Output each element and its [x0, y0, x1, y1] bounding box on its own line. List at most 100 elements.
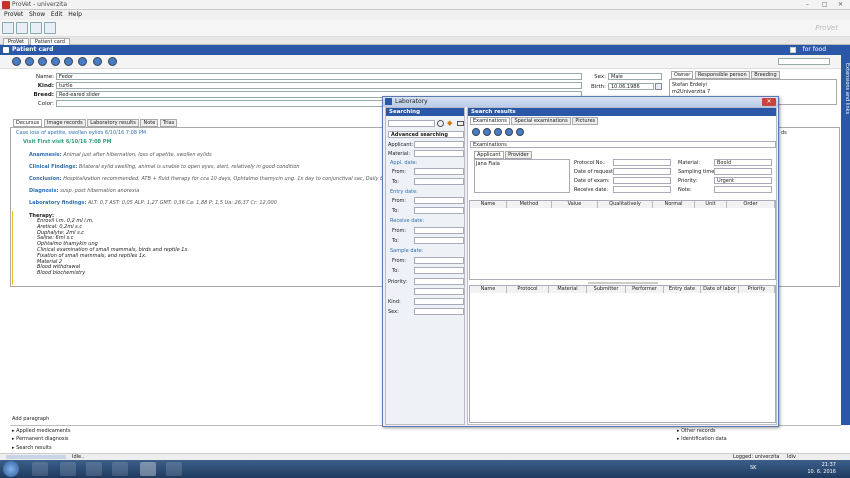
edit-icon[interactable]: [494, 128, 502, 136]
col-performer[interactable]: Performer: [626, 286, 664, 293]
save-icon[interactable]: [44, 22, 56, 34]
folder-icon[interactable]: [86, 462, 102, 476]
advanced-searching-select[interactable]: Advanced searching: [388, 131, 464, 138]
col-material[interactable]: Material: [549, 286, 587, 293]
extensions-sidebar[interactable]: Extensions and links: [841, 55, 850, 425]
add-icon[interactable]: [12, 57, 21, 66]
start-button[interactable]: [3, 461, 19, 477]
sex-select[interactable]: Male: [608, 73, 662, 80]
priority-select[interactable]: [414, 278, 464, 285]
col-date-of-labor[interactable]: Date of labor: [701, 286, 739, 293]
entry-to-field[interactable]: [414, 207, 464, 214]
tab-image-records[interactable]: Image records: [43, 119, 86, 127]
kind-select[interactable]: [414, 298, 464, 305]
col-protocol[interactable]: Protocol: [507, 286, 549, 293]
maximize-button[interactable]: □: [822, 1, 828, 8]
date-of-exam-field[interactable]: [613, 177, 671, 184]
other-records[interactable]: ▸ Other records: [677, 428, 715, 434]
tab-responsible-person[interactable]: Responsible person: [694, 71, 750, 79]
tab-applicant[interactable]: Applicant: [474, 151, 504, 159]
entry-from-field[interactable]: [414, 197, 464, 204]
kind-field[interactable]: turtle: [56, 82, 582, 89]
search-input[interactable]: [778, 58, 830, 65]
tab-decursus[interactable]: Decursus: [13, 119, 43, 127]
tab-note[interactable]: Note: [140, 119, 159, 127]
applied-medicaments[interactable]: ▸ Applied medicaments: [12, 428, 71, 434]
col-name-2[interactable]: Name: [470, 286, 507, 293]
menu-show[interactable]: Show: [29, 10, 45, 20]
home-icon[interactable]: [2, 22, 14, 34]
col-value[interactable]: Value: [552, 201, 598, 208]
applicant-select[interactable]: [414, 141, 464, 148]
paint-icon[interactable]: [166, 462, 182, 476]
sample-to-field[interactable]: [414, 267, 464, 274]
name-field[interactable]: Fedor: [56, 73, 582, 80]
menu-provet[interactable]: ProVet: [4, 10, 23, 20]
remove-icon[interactable]: [483, 128, 491, 136]
permanent-diagnosis[interactable]: ▸ Permanent diagnosis: [12, 436, 69, 442]
refresh-icon[interactable]: [505, 128, 513, 136]
add-icon[interactable]: [472, 128, 480, 136]
receive-date-field[interactable]: [613, 186, 671, 193]
search-field[interactable]: [388, 120, 435, 127]
examinations-select[interactable]: Examinations: [470, 141, 776, 148]
tab-breeding[interactable]: Breeding: [751, 71, 780, 79]
close-icon[interactable]: [93, 57, 102, 66]
protocol-no-field[interactable]: [613, 159, 671, 166]
col-name[interactable]: Name: [470, 201, 507, 208]
close-button[interactable]: ✕: [838, 1, 843, 8]
tab-provet[interactable]: ProVet: [3, 38, 30, 45]
for-food-checkbox[interactable]: [790, 47, 796, 53]
clear-icon[interactable]: ◆: [447, 120, 452, 127]
col-order[interactable]: Order: [727, 201, 775, 208]
sex-select[interactable]: [414, 308, 464, 315]
col-normal[interactable]: Normal: [653, 201, 695, 208]
refresh-icon[interactable]: [78, 57, 87, 66]
col-qualitatively[interactable]: Qualitatively: [598, 201, 653, 208]
note-field[interactable]: [714, 186, 772, 193]
appl-from-field[interactable]: [414, 168, 464, 175]
menu-edit[interactable]: Edit: [51, 10, 63, 20]
search-results[interactable]: ▸ Search results: [12, 445, 52, 451]
priority-select-2[interactable]: Urgent: [714, 177, 772, 184]
tab-provider[interactable]: Provider: [505, 151, 532, 159]
confirm-icon[interactable]: [516, 128, 524, 136]
tab-trias[interactable]: Trias: [159, 119, 178, 127]
tab-special-examinations[interactable]: Special examinations: [511, 117, 571, 125]
col-priority[interactable]: Priority: [739, 286, 775, 293]
col-method[interactable]: Method: [507, 201, 552, 208]
applicant-item[interactable]: Jana Fiala: [476, 161, 500, 167]
confirm-icon[interactable]: [108, 57, 117, 66]
print-icon[interactable]: [30, 22, 42, 34]
receive-from-field[interactable]: [414, 227, 464, 234]
menu-help[interactable]: Help: [68, 10, 82, 20]
search-icon[interactable]: [16, 22, 28, 34]
receive-to-field[interactable]: [414, 237, 464, 244]
dialog-close-button[interactable]: ✕: [762, 98, 776, 106]
clock[interactable]: 21:37 10. 6. 2016: [807, 462, 836, 476]
tab-owner[interactable]: Owner: [671, 71, 694, 79]
tab-patient-card[interactable]: Patient card: [30, 38, 70, 45]
search-icon[interactable]: [437, 120, 444, 127]
minus-icon[interactable]: [457, 121, 464, 126]
save-icon[interactable]: [64, 57, 73, 66]
appl-to-field[interactable]: [414, 178, 464, 185]
calendar-icon[interactable]: [655, 83, 662, 90]
sample-from-field[interactable]: [414, 257, 464, 264]
remove-icon[interactable]: [25, 57, 34, 66]
date-of-request-field[interactable]: [613, 168, 671, 175]
extra-select[interactable]: [414, 288, 464, 295]
tab-pictures[interactable]: Pictures: [572, 117, 599, 125]
material-select-2[interactable]: Boold: [714, 159, 772, 166]
ie-icon[interactable]: [32, 462, 48, 476]
add-paragraph-link[interactable]: Add paragraph: [12, 416, 49, 422]
results-grid[interactable]: Name Method Value Qualitatively Normal U…: [469, 200, 776, 280]
provet-task-icon[interactable]: [140, 462, 156, 476]
keyboard-lang[interactable]: SK: [750, 465, 756, 471]
splitter[interactable]: [588, 282, 658, 284]
undo-icon[interactable]: [51, 57, 60, 66]
tab-examinations[interactable]: Examinations: [470, 117, 510, 125]
col-submitter[interactable]: Submitter: [587, 286, 626, 293]
protocols-grid[interactable]: Name Protocol Material Submitter Perform…: [469, 285, 776, 423]
minimize-button[interactable]: –: [806, 1, 809, 8]
